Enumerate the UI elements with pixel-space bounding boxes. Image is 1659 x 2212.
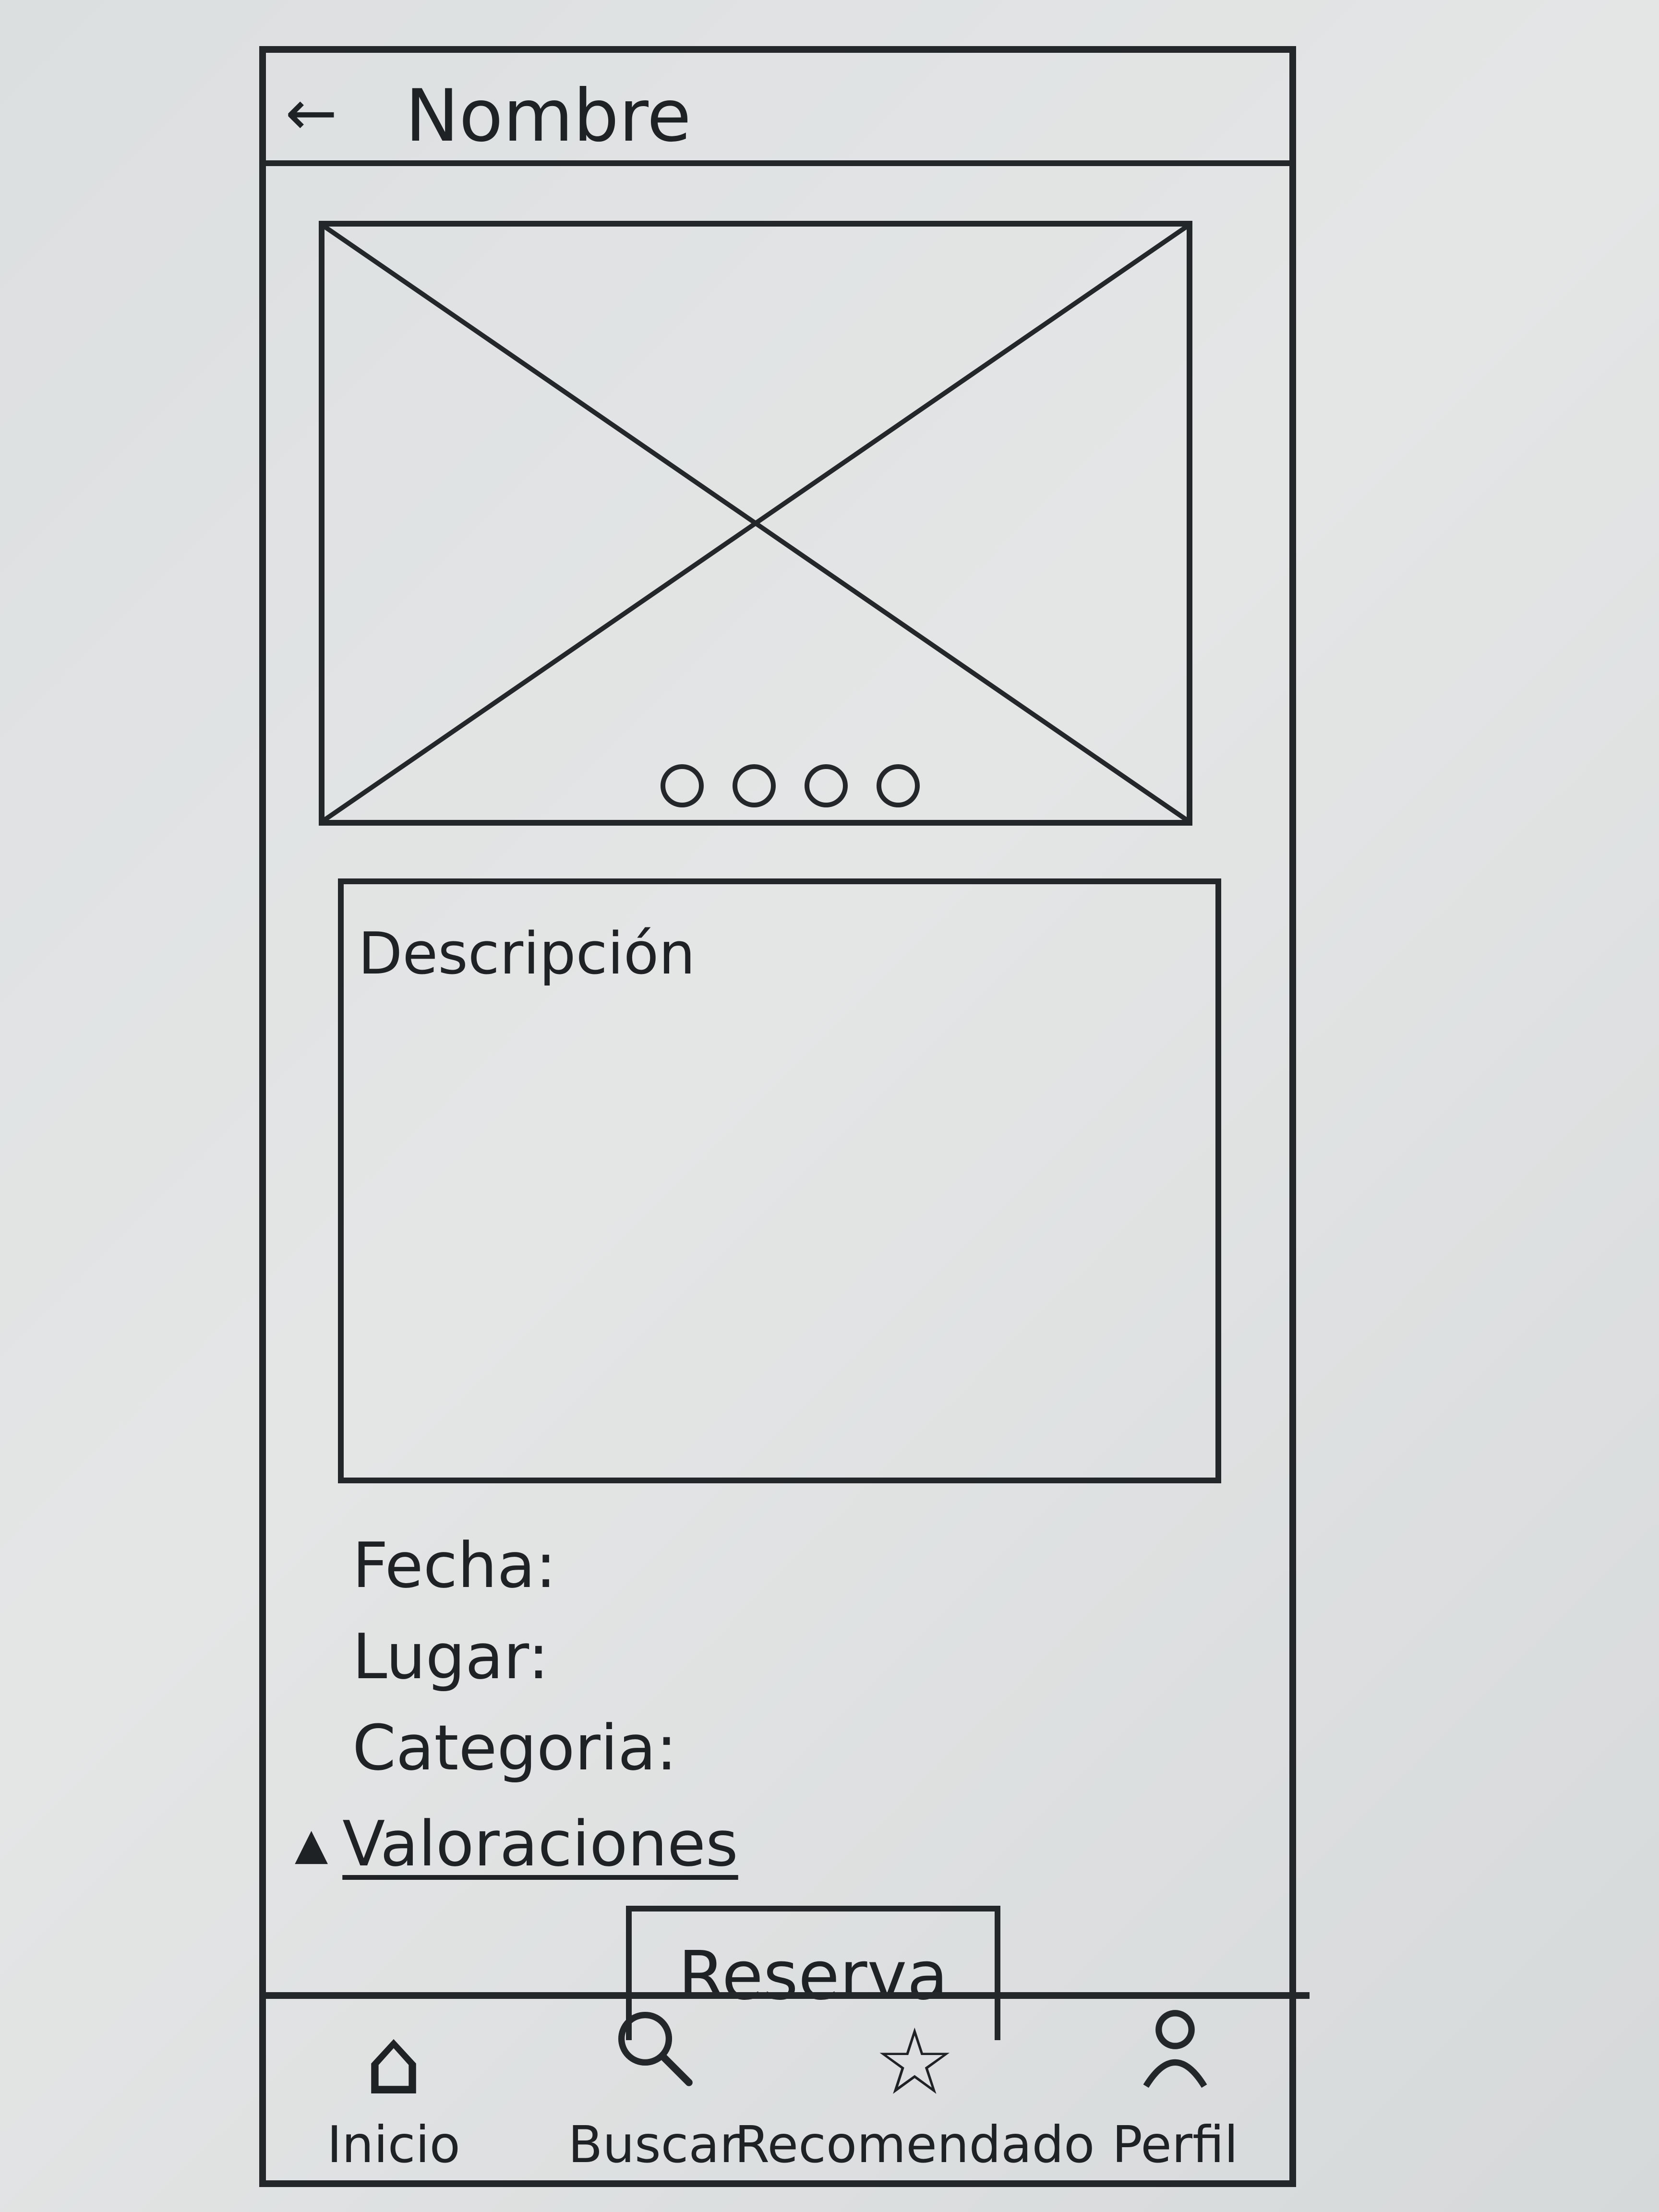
category-field: Categoria:: [352, 1711, 677, 1784]
app-header: ← Nombre: [266, 53, 1289, 166]
star-icon: ☆: [874, 2008, 956, 2115]
home-icon: ⌂: [364, 2008, 423, 2115]
user-icon: [1130, 2002, 1221, 2108]
tab-label: Buscar: [568, 2115, 740, 2174]
description-label: Descripción: [358, 921, 696, 987]
tab-label: Inicio: [327, 2115, 460, 2174]
image-carousel[interactable]: [319, 221, 1192, 826]
back-arrow-icon[interactable]: ←: [285, 82, 337, 144]
page-title: Nombre: [405, 74, 691, 158]
carousel-dot[interactable]: [805, 764, 848, 807]
carousel-dot[interactable]: [733, 764, 776, 807]
tab-perfil[interactable]: Perfil: [1055, 2002, 1295, 2173]
image-placeholder: [325, 227, 1187, 820]
expand-triangle-icon: ▲: [295, 1818, 328, 1869]
tab-recomendado[interactable]: ☆ Recomendado: [734, 2008, 1094, 2173]
search-icon: [609, 2002, 700, 2108]
description-box: Descripción: [338, 878, 1221, 1483]
carousel-dot[interactable]: [877, 764, 920, 807]
date-field: Fecha:: [352, 1529, 556, 1602]
place-field: Lugar:: [352, 1620, 549, 1693]
phone-frame: ← Nombre Descripción Fecha: Lugar: Categ…: [259, 46, 1310, 2187]
tab-label: Recomendado: [734, 2115, 1095, 2174]
bottom-tab-bar: ⌂ Inicio Buscar ☆ Recomendado Perfil: [259, 1992, 1310, 2187]
ratings-link[interactable]: Valoraciones: [342, 1810, 738, 1878]
carousel-dot[interactable]: [661, 764, 704, 807]
tab-inicio[interactable]: ⌂ Inicio: [274, 2008, 514, 2174]
tab-label: Perfil: [1112, 2115, 1238, 2174]
ratings-row[interactable]: ▲ Valoraciones: [295, 1810, 738, 1878]
carousel-dots: [661, 764, 920, 807]
